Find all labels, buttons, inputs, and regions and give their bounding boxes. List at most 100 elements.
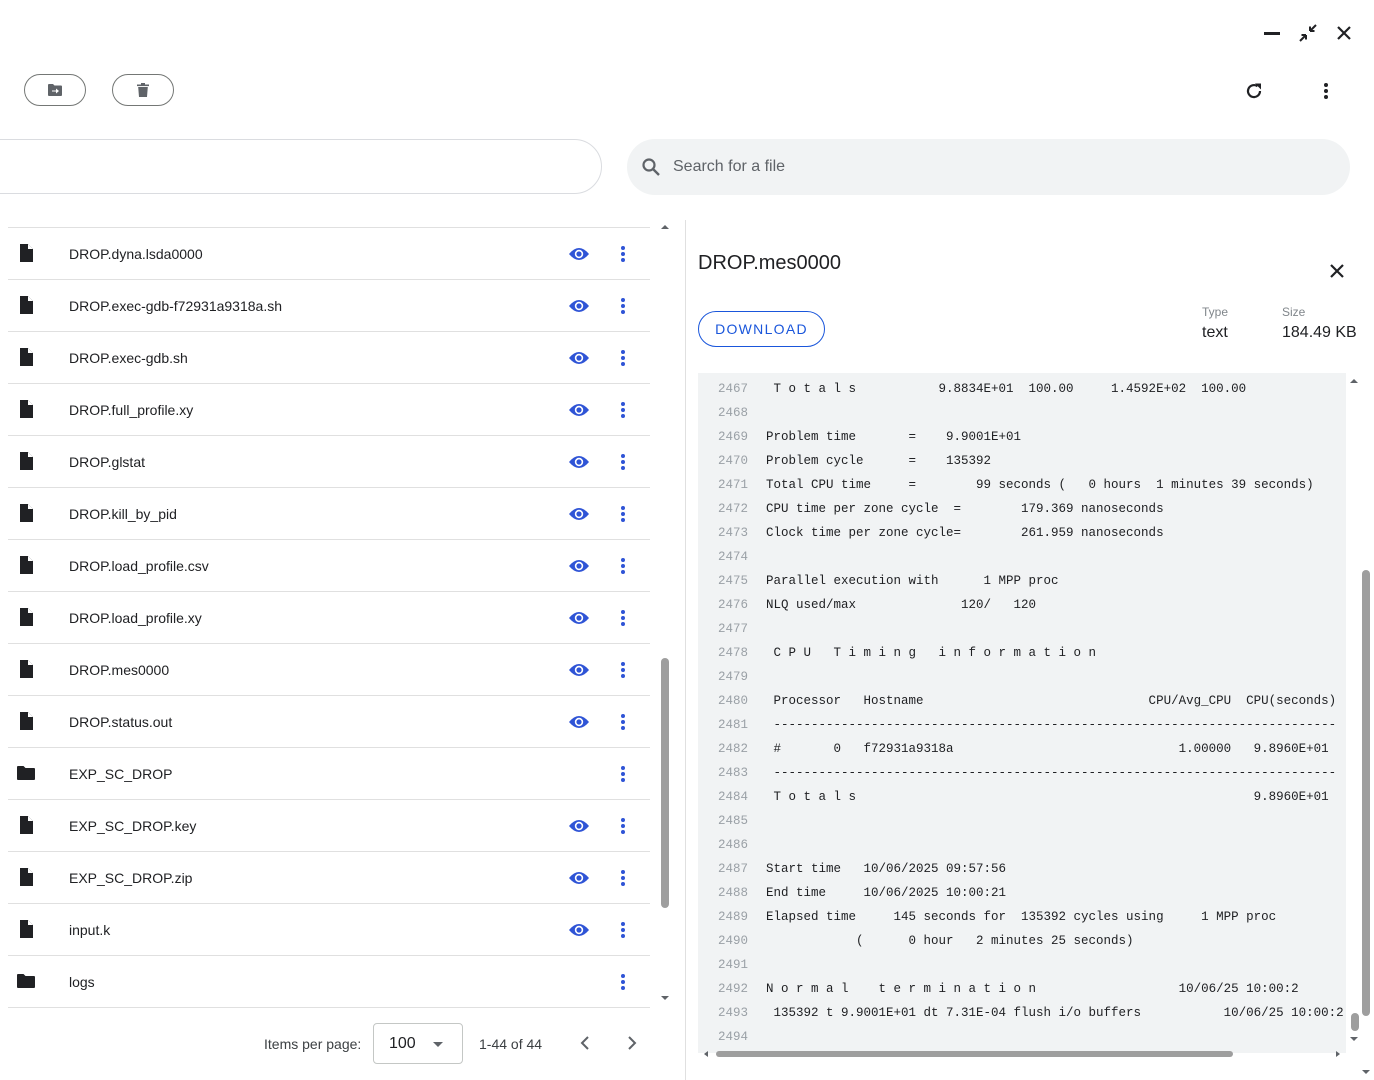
preview-eye-icon[interactable]	[567, 866, 591, 890]
file-name: DROP.load_profile.xy	[69, 609, 202, 626]
row-more-icon[interactable]	[611, 762, 635, 786]
preview-eye-icon[interactable]	[567, 918, 591, 942]
preview-eye-icon[interactable]	[567, 814, 591, 838]
row-more-icon[interactable]	[611, 294, 635, 318]
preview-eye-icon[interactable]	[567, 242, 591, 266]
row-more-icon[interactable]	[611, 606, 635, 630]
panel-divider	[685, 220, 686, 1080]
line-number: 2468	[717, 406, 748, 420]
file-row[interactable]: input.k	[8, 904, 650, 956]
minimize-button[interactable]	[1259, 20, 1285, 46]
row-more-icon[interactable]	[611, 658, 635, 682]
preview-eye-icon[interactable]	[567, 346, 591, 370]
file-row[interactable]: EXP_SC_DROP.zip	[8, 852, 650, 904]
restore-button[interactable]	[1295, 20, 1321, 46]
search-bar[interactable]	[627, 139, 1350, 195]
row-more-icon[interactable]	[611, 346, 635, 370]
preview-eye-icon[interactable]	[567, 398, 591, 422]
file-name: EXP_SC_DROP.key	[69, 817, 197, 834]
preview-eye-icon[interactable]	[567, 502, 591, 526]
close-preview-button[interactable]	[1325, 259, 1349, 283]
file-row[interactable]: DROP.kill_by_pid	[8, 488, 650, 540]
file-content-viewer[interactable]: 2467 T o t a l s 9.8834E+01 100.00 1.459…	[698, 373, 1346, 1053]
window-scroll-thumb[interactable]	[1362, 570, 1370, 1016]
preview-eye-icon[interactable]	[567, 658, 591, 682]
file-list-scrollbar[interactable]	[657, 220, 673, 1008]
content-horizontal-scrollbar[interactable]	[698, 1049, 1346, 1059]
line-text: # 0 f72931a9318a 1.00000 9.8960E+01	[766, 742, 1329, 756]
line-number: 2480	[717, 694, 748, 708]
code-line: 2480 Processor Hostname CPU/Avg_CPU CPU(…	[698, 689, 1336, 713]
file-name: DROP.load_profile.csv	[69, 557, 209, 574]
code-line: 2476 NLQ used/max 120/ 120	[698, 593, 1036, 617]
file-row[interactable]: DROP.load_profile.csv	[8, 540, 650, 592]
folder-move-icon	[48, 84, 62, 96]
code-line: 2494	[698, 1025, 748, 1049]
more-options-button[interactable]	[1313, 78, 1339, 104]
preview-eye-icon[interactable]	[567, 554, 591, 578]
move-to-folder-button[interactable]	[24, 74, 86, 106]
file-icon	[16, 295, 36, 315]
file-row[interactable]: EXP_SC_DROP.key	[8, 800, 650, 852]
window-scrollbar[interactable]	[1358, 0, 1374, 1080]
file-row[interactable]: DROP.status.out	[8, 696, 650, 748]
file-row[interactable]: DROP.exec-gdb.sh	[8, 332, 650, 384]
close-window-button[interactable]	[1331, 20, 1357, 46]
items-per-page-select[interactable]: 100	[373, 1023, 463, 1064]
row-more-icon[interactable]	[611, 242, 635, 266]
line-number: 2474	[717, 550, 748, 564]
file-row[interactable]: DROP.mes0000	[8, 644, 650, 696]
more-vert-icon	[1324, 83, 1328, 99]
dropdown-arrow-icon	[433, 1042, 443, 1047]
previous-page-button[interactable]	[573, 1031, 597, 1055]
line-number: 2482	[717, 742, 748, 756]
file-name: DROP.mes0000	[69, 661, 170, 678]
line-number: 2481	[717, 718, 748, 732]
file-row[interactable]: DROP.exec-gdb-f72931a9318a.sh	[8, 280, 650, 332]
line-number: 2493	[717, 1006, 748, 1020]
file-name: EXP_SC_DROP.zip	[69, 869, 193, 886]
download-button[interactable]: DOWNLOAD	[698, 311, 825, 347]
file-list-scroll-thumb[interactable]	[661, 658, 669, 908]
file-icon	[16, 243, 36, 263]
row-more-icon[interactable]	[611, 970, 635, 994]
row-more-icon[interactable]	[611, 450, 635, 474]
next-page-button[interactable]	[620, 1031, 644, 1055]
content-hscroll-thumb[interactable]	[716, 1051, 1233, 1057]
line-text: T o t a l s 9.8960E+01	[766, 790, 1329, 804]
line-text: Total CPU time = 99 seconds ( 0 hours 1 …	[766, 478, 1314, 492]
file-row[interactable]: DROP.full_profile.xy	[8, 384, 650, 436]
preview-eye-icon[interactable]	[567, 606, 591, 630]
row-more-icon[interactable]	[611, 710, 635, 734]
delete-button[interactable]	[112, 74, 174, 106]
line-number: 2494	[717, 1030, 748, 1044]
row-more-icon[interactable]	[611, 502, 635, 526]
path-field[interactable]	[0, 139, 602, 194]
row-more-icon[interactable]	[611, 918, 635, 942]
row-more-icon[interactable]	[611, 398, 635, 422]
type-value: text	[1202, 324, 1228, 341]
size-label: Size	[1282, 305, 1306, 319]
code-line: 2490 ( 0 hour 2 minutes 25 seconds)	[698, 929, 1134, 953]
file-row[interactable]: DROP.glstat	[8, 436, 650, 488]
file-icon	[16, 451, 36, 471]
preview-eye-icon[interactable]	[567, 450, 591, 474]
preview-eye-icon[interactable]	[567, 294, 591, 318]
search-input[interactable]	[671, 157, 1315, 177]
file-row[interactable]: DROP.dyna.lsda0000	[8, 228, 650, 280]
line-text: Elapsed time 145 seconds for 135392 cycl…	[766, 910, 1277, 924]
row-more-icon[interactable]	[611, 814, 635, 838]
line-number: 2476	[717, 598, 748, 612]
row-more-icon[interactable]	[611, 866, 635, 890]
file-row[interactable]: EXP_SC_DROP	[8, 748, 650, 800]
refresh-button[interactable]	[1241, 78, 1267, 104]
file-row[interactable]: logs	[8, 956, 650, 1008]
preview-eye-icon[interactable]	[567, 710, 591, 734]
row-more-icon[interactable]	[611, 554, 635, 578]
file-icon	[16, 659, 36, 679]
scroll-down-arrow-icon	[1362, 1070, 1370, 1074]
file-list: DROP.dyna.lsda0000 DROP.exec-gdb-f72931a9…	[8, 227, 650, 1008]
scroll-up-arrow-icon	[661, 225, 669, 229]
file-icon	[16, 347, 36, 367]
file-row[interactable]: DROP.load_profile.xy	[8, 592, 650, 644]
